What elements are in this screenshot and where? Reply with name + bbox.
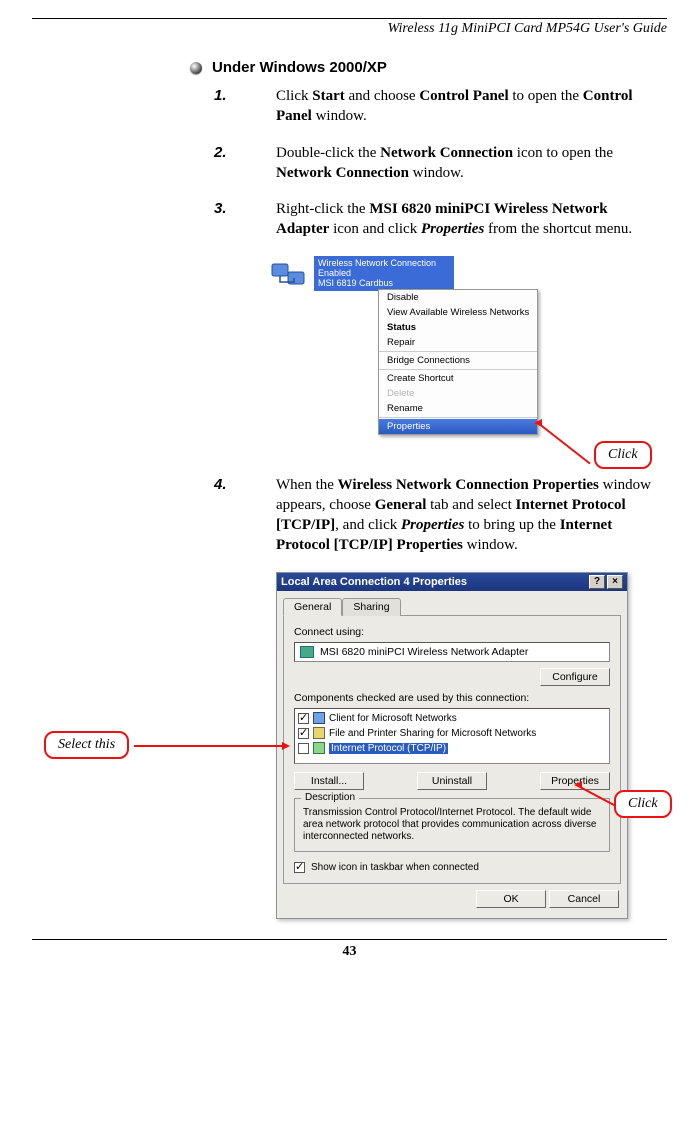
show-icon-label: Show icon in taskbar when connected	[311, 862, 479, 873]
step-num: 4.	[214, 475, 276, 556]
connection-title-line1: Wireless Network Connection	[318, 258, 450, 268]
header-text: Wireless 11g MiniPCI Card MP54G User's G…	[32, 21, 667, 37]
callout-arrow-icon	[534, 419, 542, 427]
step-body: Right-click the MSI 6820 miniPCI Wireles…	[276, 199, 656, 240]
ctx-status[interactable]: Status	[379, 320, 537, 335]
checkbox-icon[interactable]	[298, 713, 309, 724]
tab-sharing[interactable]: Sharing	[342, 598, 400, 616]
callout-arrow-icon	[574, 781, 582, 789]
close-button[interactable]: ×	[607, 575, 623, 589]
context-menu-figure: Wireless Network Connection Enabled MSI …	[314, 256, 564, 435]
ctx-disable[interactable]: Disable	[379, 290, 537, 305]
tab-row: General Sharing	[283, 597, 621, 616]
ctx-bridge[interactable]: Bridge Connections	[379, 353, 537, 368]
list-item-label: Internet Protocol (TCP/IP)	[329, 743, 448, 754]
step-2: 2. Double-click the Network Connection i…	[214, 143, 667, 184]
configure-button[interactable]: Configure	[540, 668, 610, 686]
ctx-separator	[379, 351, 537, 352]
ctx-separator	[379, 417, 537, 418]
cancel-button[interactable]: Cancel	[549, 890, 619, 908]
uninstall-button[interactable]: Uninstall	[417, 772, 487, 790]
step-num: 2.	[214, 143, 276, 184]
list-item-client[interactable]: Client for Microsoft Networks	[297, 711, 607, 726]
client-icon	[313, 712, 325, 724]
step-3: 3. Right-click the MSI 6820 miniPCI Wire…	[214, 199, 667, 240]
tab-body-general: Connect using: MSI 6820 miniPCI Wireless…	[283, 616, 621, 884]
ctx-delete: Delete	[379, 386, 537, 401]
nic-icon	[300, 646, 314, 658]
show-icon-checkbox[interactable]	[294, 862, 305, 873]
callout-line	[537, 422, 590, 464]
step-4: 4. When the Wireless Network Connection …	[214, 475, 667, 556]
footer-rule	[32, 939, 667, 940]
context-menu: Disable View Available Wireless Networks…	[378, 289, 538, 435]
network-connection-icon	[270, 258, 310, 292]
section-heading: Under Windows 2000/XP	[190, 59, 667, 76]
connect-using-label: Connect using:	[294, 626, 610, 638]
page-number: 43	[32, 944, 667, 960]
ctx-repair[interactable]: Repair	[379, 335, 537, 350]
install-button[interactable]: Install...	[294, 772, 364, 790]
ctx-rename[interactable]: Rename	[379, 401, 537, 416]
components-label: Components checked are used by this conn…	[294, 692, 610, 704]
step-1: 1. Click Start and choose Control Panel …	[214, 86, 667, 127]
adapter-name: MSI 6820 miniPCI Wireless Network Adapte…	[320, 646, 528, 658]
list-item-label: Client for Microsoft Networks	[329, 713, 457, 724]
ctx-view-networks[interactable]: View Available Wireless Networks	[379, 305, 537, 320]
step-num: 3.	[214, 199, 276, 240]
protocol-icon	[313, 742, 325, 754]
connection-title-line3: MSI 6819 Cardbus	[318, 278, 450, 288]
connection-title-block: Wireless Network Connection Enabled MSI …	[314, 256, 454, 291]
list-item-file-printer[interactable]: File and Printer Sharing for Microsoft N…	[297, 726, 607, 741]
click-callout: Click	[594, 441, 652, 469]
file-printer-icon	[313, 727, 325, 739]
click-callout-2: Click	[614, 790, 672, 818]
description-text: Transmission Control Protocol/Internet P…	[303, 807, 596, 842]
list-item-tcpip[interactable]: Internet Protocol (TCP/IP)	[297, 741, 607, 756]
components-list[interactable]: Client for Microsoft Networks File and P…	[294, 708, 610, 764]
step-body: Double-click the Network Connection icon…	[276, 143, 656, 184]
content-region: Under Windows 2000/XP 1. Click Start and…	[32, 59, 667, 919]
ctx-properties[interactable]: Properties	[379, 419, 537, 434]
section-heading-text: Under Windows 2000/XP	[212, 59, 387, 76]
list-item-label: File and Printer Sharing for Microsoft N…	[329, 728, 536, 739]
header-rule	[32, 18, 667, 19]
ctx-create-shortcut[interactable]: Create Shortcut	[379, 371, 537, 386]
checkbox-icon[interactable]	[298, 743, 309, 754]
connection-title-line2: Enabled	[318, 268, 450, 278]
step-num: 1.	[214, 86, 276, 127]
bullet-icon	[190, 62, 202, 74]
properties-dialog: Local Area Connection 4 Properties ? × G…	[276, 572, 628, 919]
show-icon-row: Show icon in taskbar when connected	[294, 862, 610, 873]
description-legend: Description	[301, 792, 359, 804]
step-body: When the Wireless Network Connection Pro…	[276, 475, 656, 556]
select-this-callout: Select this	[44, 731, 129, 759]
ctx-separator	[379, 369, 537, 370]
step-body: Click Start and choose Control Panel to …	[276, 86, 656, 127]
adapter-box: MSI 6820 miniPCI Wireless Network Adapte…	[294, 642, 610, 662]
callout-arrow-icon	[282, 742, 290, 750]
tab-general[interactable]: General	[283, 598, 342, 616]
dialog-titlebar: Local Area Connection 4 Properties ? ×	[277, 573, 627, 591]
checkbox-icon[interactable]	[298, 728, 309, 739]
callout-line	[134, 745, 282, 747]
ok-button[interactable]: OK	[476, 890, 546, 908]
help-button[interactable]: ?	[589, 575, 605, 589]
description-group: Description Transmission Control Protoco…	[294, 798, 610, 852]
dialog-title: Local Area Connection 4 Properties	[281, 576, 467, 588]
